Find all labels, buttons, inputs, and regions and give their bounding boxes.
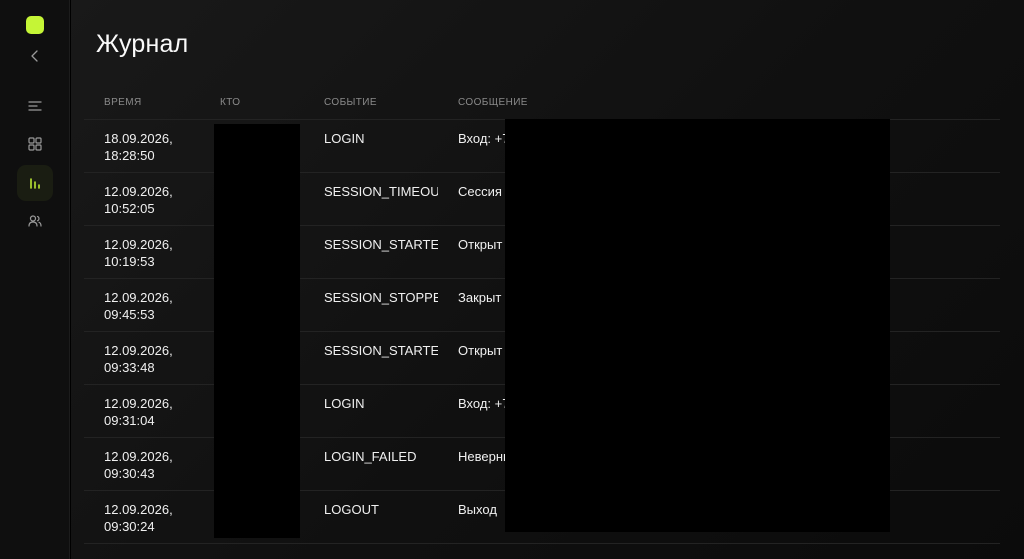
sidebar-item-menu[interactable] (17, 88, 53, 124)
cell-time: 12.09.2026, 09:31:04 (84, 384, 200, 438)
bar-chart-icon (30, 178, 40, 189)
redaction-message-column (505, 119, 890, 532)
grid-icon (28, 137, 42, 151)
cell-time: 12.09.2026, 10:52:05 (84, 172, 200, 226)
cell-event: LOGIN_FAILED (304, 437, 438, 491)
cell-event: SESSION_TIMEOUT (304, 172, 438, 226)
sidebar (0, 0, 70, 559)
column-header-who[interactable]: Кто (200, 86, 304, 120)
sidebar-item-journal[interactable] (17, 165, 53, 201)
cell-event: SESSION_STARTED (304, 225, 438, 279)
cell-event: LOGIN (304, 119, 438, 173)
cell-time: 12.09.2026, 09:30:24 (84, 490, 200, 544)
chevron-left-icon[interactable] (25, 46, 45, 66)
column-header-event[interactable]: Событие (304, 86, 438, 120)
column-header-message[interactable]: Сообщение (438, 86, 1000, 120)
redaction-who-column (214, 124, 300, 538)
cell-time: 12.09.2026, 09:33:48 (84, 331, 200, 385)
cell-time: 12.09.2026, 09:45:53 (84, 278, 200, 332)
cell-event: LOGOUT (304, 490, 438, 544)
users-icon (28, 215, 42, 227)
cell-event: LOGIN (304, 384, 438, 438)
app-logo[interactable] (26, 16, 44, 34)
cell-time: 12.09.2026, 09:30:43 (84, 437, 200, 491)
sidebar-item-dashboard[interactable] (17, 126, 53, 162)
menu-lines-icon (28, 101, 42, 111)
cell-event: SESSION_STOPPED (304, 278, 438, 332)
page-title: Журнал (96, 30, 189, 58)
cell-time: 18.09.2026, 18:28:50 (84, 119, 200, 173)
column-header-time[interactable]: Время (84, 86, 200, 120)
cell-time: 12.09.2026, 10:19:53 (84, 225, 200, 279)
sidebar-item-users[interactable] (17, 203, 53, 239)
cell-event: SESSION_STARTED (304, 331, 438, 385)
table-header-row: Время Кто Событие Сообщение (84, 86, 1000, 120)
